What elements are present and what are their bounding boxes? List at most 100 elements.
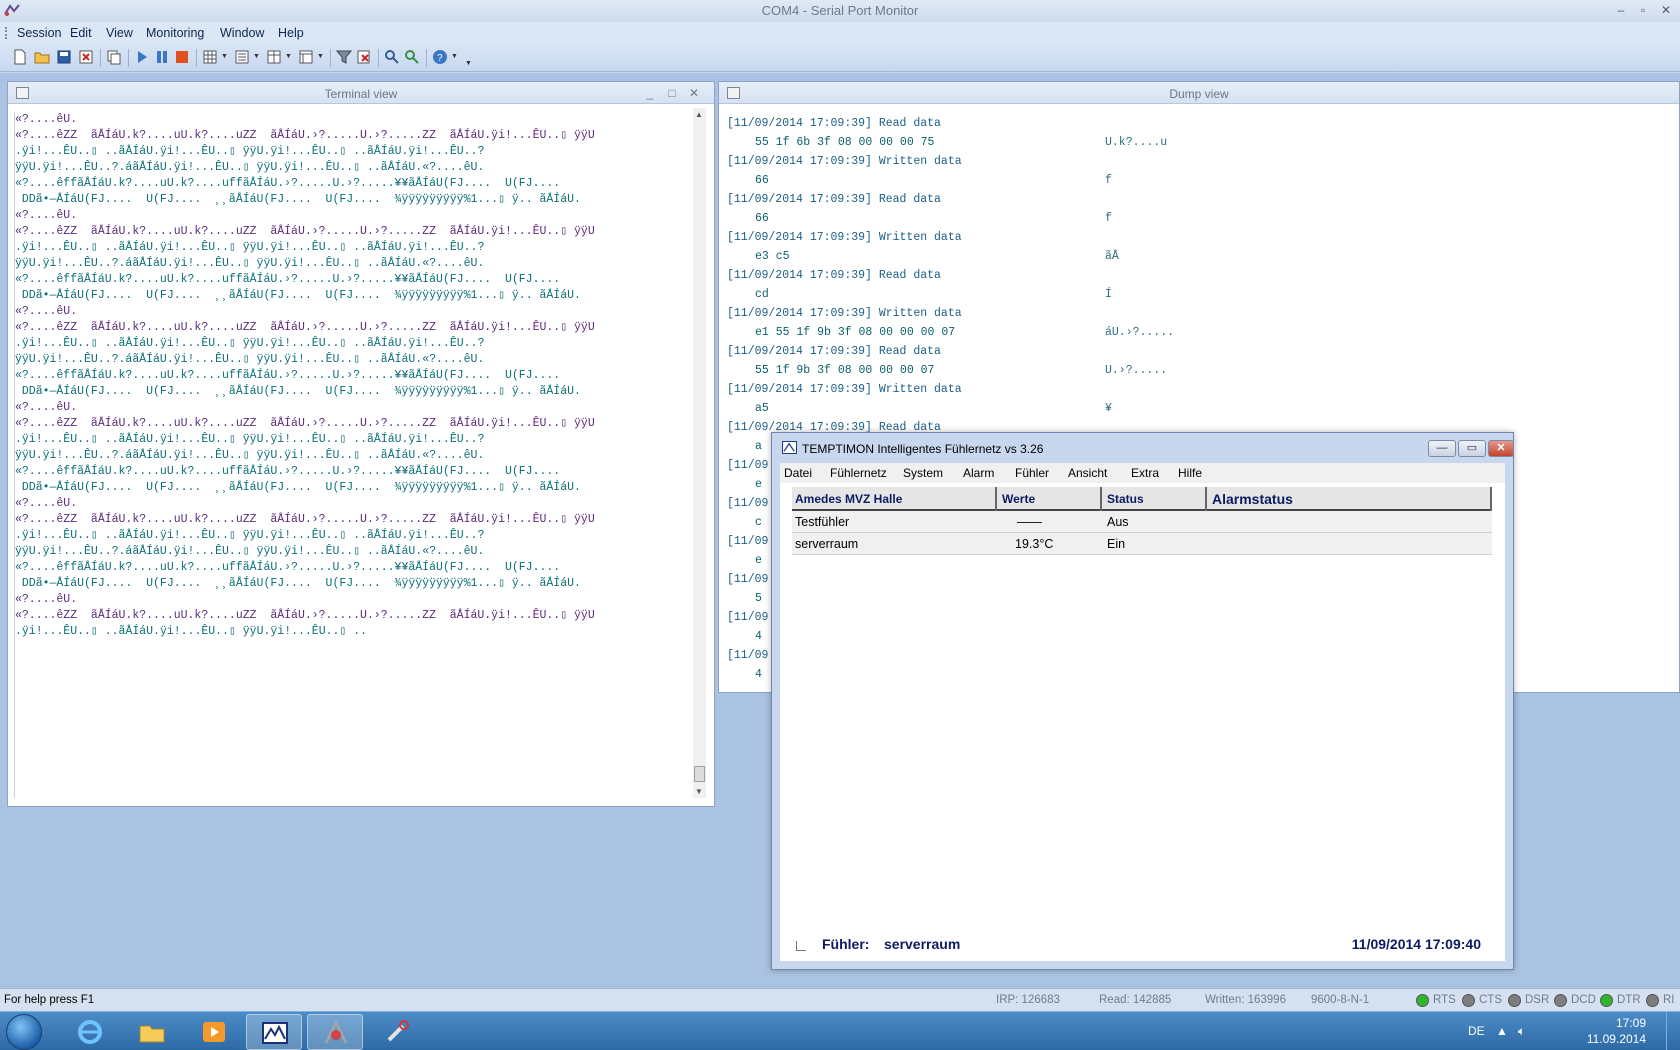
temptimon-maximize-button[interactable]: ▭ bbox=[1458, 440, 1486, 457]
terminal-view-caption: Terminal view _ □ ✕ bbox=[8, 82, 714, 104]
column-header-werte[interactable]: Werte bbox=[999, 487, 1102, 511]
column-header-alarmstatus[interactable]: Alarmstatus bbox=[1209, 487, 1492, 511]
temptimon-menu-fuehlernetz[interactable]: Fühlernetz bbox=[830, 466, 887, 480]
chevron-down-icon[interactable]: ▼ bbox=[221, 53, 228, 60]
temptimon-menu-datei[interactable]: Datei bbox=[784, 466, 812, 480]
toolbar-separator bbox=[100, 49, 101, 67]
maximize-icon[interactable]: □ bbox=[664, 85, 680, 101]
show-desktop-button[interactable] bbox=[1666, 1012, 1680, 1050]
vertical-scrollbar[interactable]: ▲ ▼ bbox=[693, 108, 706, 798]
close-button[interactable]: ✕ bbox=[1655, 2, 1677, 18]
filter-icon[interactable] bbox=[336, 49, 352, 65]
temptimon-menu-hilfe[interactable]: Hilfe bbox=[1178, 466, 1202, 480]
find-icon[interactable] bbox=[384, 49, 400, 65]
copy-icon[interactable] bbox=[106, 49, 122, 65]
start-button[interactable] bbox=[6, 1014, 42, 1050]
svg-text:?: ? bbox=[437, 53, 443, 64]
column-header-status[interactable]: Status bbox=[1104, 487, 1207, 511]
new-icon[interactable] bbox=[12, 49, 28, 65]
menu-view[interactable]: View bbox=[106, 26, 133, 40]
temptimon-menu-system[interactable]: System bbox=[903, 466, 943, 480]
chevron-down-icon[interactable]: ▼ bbox=[253, 53, 260, 60]
temptimon-menu-alarm[interactable]: Alarm bbox=[963, 466, 994, 480]
taskbar-media-player[interactable] bbox=[186, 1014, 242, 1050]
toolbar-overflow-icon[interactable]: ▼ bbox=[465, 60, 472, 67]
input-language[interactable]: DE bbox=[1468, 1024, 1485, 1038]
table-row[interactable]: serverraum 19.3°C Ein bbox=[792, 533, 1492, 555]
taskbar-file-explorer[interactable] bbox=[124, 1014, 180, 1050]
terminal-line: «?....êZZ ãÅÍáU.k?....uU.k?....uZZ ãÅÍáU… bbox=[15, 513, 595, 526]
dump-ascii: U.k?....u bbox=[1105, 136, 1168, 149]
toolbar: ▼ ▼ ▼ ▼ ? ▼ ▼ bbox=[0, 44, 1680, 72]
restore-button[interactable]: ▫ bbox=[1632, 2, 1654, 18]
system-clock[interactable]: 17:09 11.09.2014 bbox=[1587, 1015, 1646, 1047]
chevron-down-icon[interactable]: ▼ bbox=[451, 53, 458, 60]
menu-edit[interactable]: Edit bbox=[70, 26, 92, 40]
led-label: RI bbox=[1663, 994, 1675, 1006]
help-icon[interactable]: ? bbox=[432, 49, 448, 65]
menu-monitoring[interactable]: Monitoring bbox=[146, 26, 204, 40]
menu-help[interactable]: Help bbox=[278, 26, 304, 40]
led-dcd-icon bbox=[1554, 994, 1567, 1007]
led-label: DCD bbox=[1571, 994, 1596, 1006]
temptimon-close-button[interactable]: ✕ bbox=[1488, 440, 1514, 457]
taskbar-temptimon[interactable] bbox=[246, 1014, 302, 1050]
close-session-icon[interactable] bbox=[78, 49, 94, 65]
menu-window[interactable]: Window bbox=[220, 26, 264, 40]
temptimon-caption: TEMPTIMON Intelligentes Fühlernetz vs 3.… bbox=[772, 433, 1514, 461]
table-view-icon[interactable] bbox=[266, 49, 282, 65]
menu-session[interactable]: Session bbox=[17, 26, 61, 40]
scroll-up-icon[interactable]: ▲ bbox=[695, 110, 703, 119]
dump-timestamp-row: [11/09/2014 17:09:39] Written data bbox=[727, 380, 1675, 399]
volume-icon[interactable]: 🔈︎ bbox=[1518, 1024, 1525, 1039]
find-next-icon[interactable] bbox=[404, 49, 420, 65]
terminal-line: ÿÿU.ÿi!...ÊU..?.áãÅÍáU.ÿi!...ÊU..▯ ÿÿU.ÿ… bbox=[15, 545, 485, 558]
dump-timestamp: [11/09 bbox=[727, 535, 769, 548]
dump-data-row: cd Í bbox=[727, 285, 1675, 304]
grid-view-icon[interactable] bbox=[202, 49, 218, 65]
save-icon[interactable] bbox=[56, 49, 72, 65]
taskbar-serial-port-monitor[interactable] bbox=[307, 1014, 363, 1050]
list-view-icon[interactable] bbox=[234, 49, 250, 65]
temptimon-minimize-button[interactable]: — bbox=[1428, 440, 1456, 457]
led-label: RTS bbox=[1433, 994, 1456, 1006]
layout-icon[interactable] bbox=[298, 49, 314, 65]
chevron-down-icon[interactable]: ▼ bbox=[285, 53, 292, 60]
terminal-line: .ÿi!...ÊU..▯ ..ãÅÍáU.ÿi!...ÊU..▯ ÿÿU.ÿi!… bbox=[15, 529, 485, 542]
sensor-value: —— bbox=[1017, 515, 1042, 529]
close-icon[interactable]: ✕ bbox=[686, 85, 702, 101]
file-explorer-icon bbox=[139, 1025, 165, 1043]
stop-icon[interactable] bbox=[174, 49, 190, 65]
taskbar-tools[interactable] bbox=[369, 1014, 425, 1050]
pause-icon[interactable] bbox=[154, 49, 170, 65]
temptimon-menu-fuehler[interactable]: Fühler bbox=[1015, 466, 1049, 480]
toolbar-separator bbox=[196, 49, 197, 67]
minimize-icon[interactable]: _ bbox=[642, 85, 658, 101]
table-row[interactable]: Testfühler —— Aus bbox=[792, 511, 1492, 533]
led-rts-icon bbox=[1416, 994, 1429, 1007]
scroll-down-icon[interactable]: ▼ bbox=[695, 787, 703, 796]
menu-bar: Session Edit View Monitoring Window Help bbox=[0, 22, 1680, 44]
temptimon-menu-ansicht[interactable]: Ansicht bbox=[1068, 466, 1107, 480]
temptimon-menu-extra[interactable]: Extra bbox=[1131, 466, 1159, 480]
tray-expand-icon[interactable]: ▲ bbox=[1496, 1024, 1508, 1038]
terminal-line: DDã•—ÅÍáU(FJ.... U(FJ.... ¸¸ãÅÍáU(FJ....… bbox=[15, 385, 581, 398]
chevron-down-icon[interactable]: ▼ bbox=[317, 53, 324, 60]
taskbar-internet-explorer[interactable] bbox=[62, 1014, 118, 1050]
resize-grip-icon[interactable] bbox=[796, 941, 806, 951]
terminal-line: «?....êU. bbox=[15, 209, 78, 222]
terminal-line: ÿÿU.ÿi!...ÊU..?.áãÅÍáU.ÿi!...ÊU..▯ ÿÿU.ÿ… bbox=[15, 257, 485, 270]
column-header-location[interactable]: Amedes MVZ Halle bbox=[792, 487, 997, 511]
dump-ascii: ¥ bbox=[1105, 402, 1112, 415]
terminal-line: «?....êU. bbox=[15, 401, 78, 414]
dump-data-row: e3 c5 ãÅ bbox=[727, 247, 1675, 266]
dump-ascii: f bbox=[1105, 212, 1112, 225]
temptimon-window: TEMPTIMON Intelligentes Fühlernetz vs 3.… bbox=[771, 432, 1514, 970]
scrollbar-thumb[interactable] bbox=[694, 766, 705, 782]
open-icon[interactable] bbox=[34, 49, 50, 65]
minimize-button[interactable]: – bbox=[1610, 2, 1632, 18]
clear-filter-icon[interactable] bbox=[356, 49, 372, 65]
terminal-output[interactable]: «?....êU. «?....êZZ ãÅÍáU.k?....uU.k?....… bbox=[14, 112, 692, 798]
play-icon[interactable] bbox=[134, 49, 150, 65]
sensor-status: Aus bbox=[1107, 515, 1129, 529]
